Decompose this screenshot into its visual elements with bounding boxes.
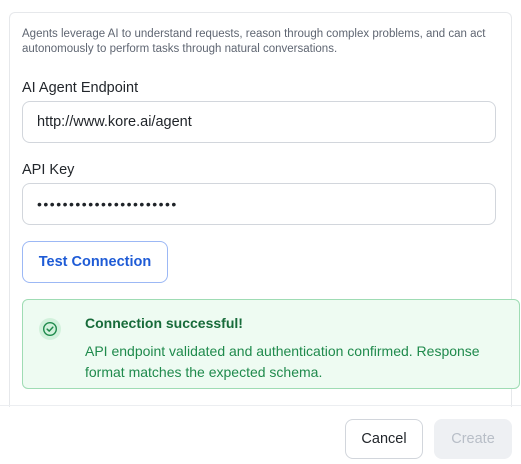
cancel-button[interactable]: Cancel [345, 419, 423, 459]
agent-description: Agents leverage AI to understand request… [22, 28, 486, 55]
status-message: API endpoint validated and authenticatio… [85, 343, 480, 380]
test-connection-button[interactable]: Test Connection [22, 241, 168, 283]
endpoint-input[interactable]: http://www.kore.ai/agent [22, 101, 496, 143]
endpoint-label: AI Agent Endpoint [22, 80, 139, 96]
api-key-label: API Key [22, 162, 75, 178]
status-title: Connection successful! [85, 315, 243, 331]
api-key-input[interactable]: •••••••••••••••••••••• [22, 183, 496, 225]
footer-divider [0, 405, 521, 406]
api-key-value: •••••••••••••••••••••• [37, 196, 178, 212]
endpoint-value: http://www.kore.ai/agent [37, 114, 192, 130]
create-button[interactable]: Create [434, 419, 512, 459]
connection-status-banner: Connection successful! API endpoint vali… [22, 299, 520, 389]
check-circle-icon [39, 318, 61, 340]
